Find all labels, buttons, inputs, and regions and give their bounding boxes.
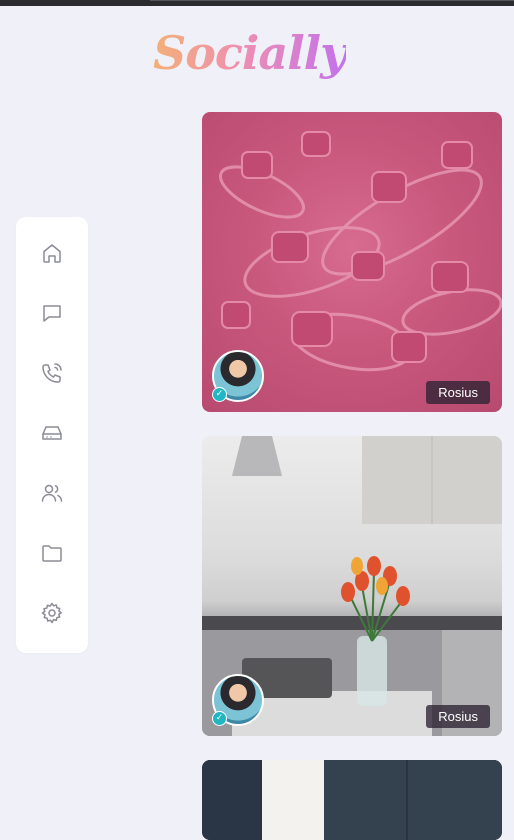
sidebar-item-messages[interactable] <box>38 299 66 327</box>
app-logo[interactable]: Socially <box>153 26 347 80</box>
top-bar-divider <box>150 0 514 1</box>
author-name-badge[interactable]: Rosius <box>426 381 490 404</box>
author-name-badge[interactable]: Rosius <box>426 705 490 728</box>
chat-icon <box>43 305 61 322</box>
folder-icon <box>42 545 62 562</box>
verified-check-icon: ✓ <box>212 387 227 402</box>
sidebar-item-settings[interactable] <box>38 599 66 627</box>
post-image <box>202 760 502 840</box>
phone-icon <box>42 363 62 383</box>
post-card[interactable]: ✓ Rosius <box>202 436 502 736</box>
post-card[interactable]: ✓ Rosius <box>202 112 502 412</box>
window-top-bar <box>0 0 514 6</box>
sidebar-item-people[interactable] <box>38 479 66 507</box>
sidebar-item-storage[interactable] <box>38 419 66 447</box>
sidebar-item-calls[interactable] <box>38 359 66 387</box>
home-icon <box>43 244 61 263</box>
sidebar-item-files[interactable] <box>38 539 66 567</box>
sidebar-item-home[interactable] <box>38 239 66 267</box>
users-icon <box>41 484 63 502</box>
sidebar-nav <box>16 217 88 653</box>
storage-icon <box>42 426 62 440</box>
verified-check-icon: ✓ <box>212 711 227 726</box>
post-card[interactable] <box>202 760 502 840</box>
gear-icon <box>41 602 62 624</box>
